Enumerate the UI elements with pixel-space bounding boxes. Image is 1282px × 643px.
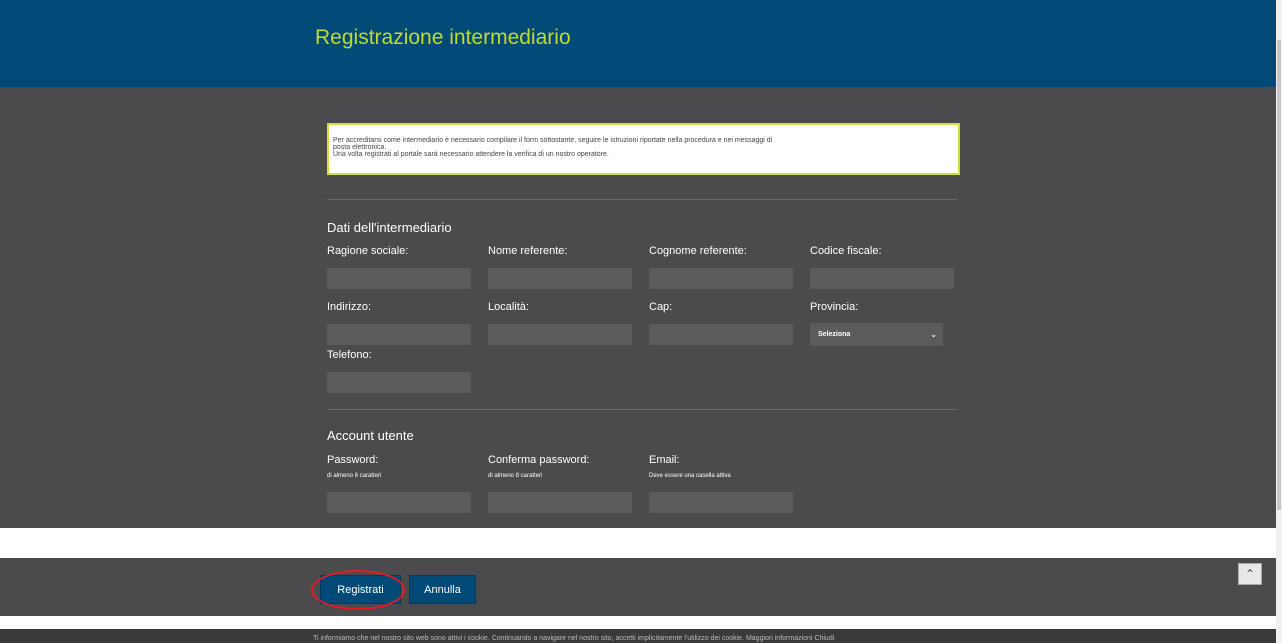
chevron-down-icon: ⌄ [930,330,937,339]
section-divider [327,199,957,200]
scrollbar[interactable] [1276,0,1282,643]
chevron-up-icon[interactable]: ⌃ [1238,563,1262,585]
telefono-input[interactable] [327,372,471,393]
cookie-banner: Ti informiamo che nel nostro sito web so… [0,629,1276,643]
password-hint: di almeno 8 caratteri [327,473,382,479]
section-title-account: Account utente [327,428,414,443]
codice-fiscale-input[interactable] [810,268,954,289]
registrati-button[interactable]: Registrati [320,575,401,604]
email-hint: Deve essere una casella attiva [649,473,731,479]
label-cognome-referente: Cognome referente: [649,245,747,257]
email-input[interactable] [649,492,793,513]
label-ragione-sociale: Ragione sociale: [327,245,409,257]
cap-input[interactable] [649,324,793,345]
notice-line-2: posta elettronica. [333,144,387,151]
provincia-select[interactable]: Seleziona ⌄ [810,323,943,346]
localita-input[interactable] [488,324,632,345]
notice-line-1: Per accreditarsi come intermediario è ne… [333,137,773,144]
label-provincia: Provincia: [810,301,859,313]
label-telefono: Telefono: [327,349,372,361]
label-password: Password: [327,454,379,466]
indirizzo-input[interactable] [327,324,471,345]
label-indirizzo: Indirizzo: [327,301,372,313]
section-divider [327,409,957,410]
nome-referente-input[interactable] [488,268,632,289]
registration-form: Per accreditarsi come intermediario è ne… [0,87,1276,528]
label-cap: Cap: [649,301,673,313]
ragione-sociale-input[interactable] [327,268,471,289]
label-codice-fiscale: Codice fiscale: [810,245,882,257]
spacer [0,528,1276,558]
cognome-referente-input[interactable] [649,268,793,289]
form-actions: Registrati Annulla ⌃ [0,558,1276,616]
password-input[interactable] [327,492,471,513]
info-notice: Per accreditarsi come intermediario è ne… [327,123,960,175]
label-conferma-password: Conferma password: [488,454,590,466]
label-localita: Località: [488,301,529,313]
cookie-text: Ti informiamo che nel nostro sito web so… [313,635,835,642]
spacer [0,616,1276,629]
annulla-button[interactable]: Annulla [409,575,476,604]
page-title: Registrazione intermediario [315,26,571,49]
label-email: Email: [649,454,680,466]
provincia-select-value: Seleziona [818,331,851,338]
notice-line-3: Una volta registrati al portale sarà nec… [333,151,609,158]
scrollbar-thumb[interactable] [1277,40,1281,510]
page-header: Registrazione intermediario [0,0,1276,87]
conferma-password-hint: di almeno 8 caratteri [488,473,543,479]
label-nome-referente: Nome referente: [488,245,568,257]
section-title-intermediario: Dati dell'intermediario [327,220,452,235]
conferma-password-input[interactable] [488,492,632,513]
